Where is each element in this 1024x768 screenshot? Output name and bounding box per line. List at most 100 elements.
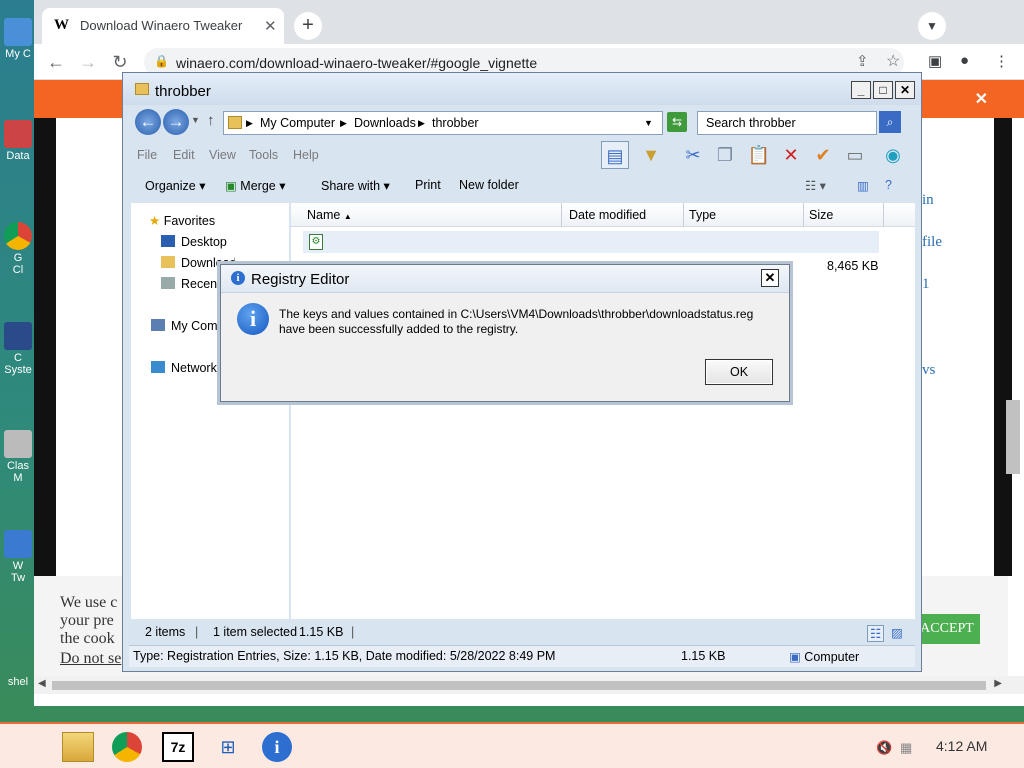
ok-button[interactable]: OK	[705, 359, 773, 385]
desktop-icon-shell[interactable]: shel	[0, 676, 36, 688]
breadcrumb-my-computer[interactable]: My Computer	[260, 116, 335, 130]
column-divider[interactable]	[683, 203, 684, 227]
column-divider[interactable]	[561, 203, 562, 227]
thumbnail-view-icon[interactable]: ▨	[891, 625, 903, 640]
lock-icon[interactable]: 🔒	[154, 54, 169, 68]
column-type[interactable]: Type	[689, 208, 716, 232]
checkmark-icon[interactable]: ✔	[809, 141, 837, 169]
side-link[interactable]: 1	[922, 276, 930, 293]
chevron-right-icon[interactable]: ▶	[340, 118, 347, 129]
details-view-icon[interactable]: ☷	[867, 625, 885, 642]
share-icon[interactable]: ⇪	[856, 52, 869, 70]
url-text[interactable]: winaero.com/download-winaero-tweaker/#go…	[176, 55, 537, 71]
print-button[interactable]: Print	[415, 178, 441, 192]
file-row-selected[interactable]: ⚙	[303, 231, 879, 253]
menu-tools[interactable]: Tools	[249, 148, 278, 162]
side-link[interactable]: vs	[922, 362, 935, 379]
desktop-icon-chrome[interactable]: G Cl	[0, 222, 36, 276]
merge-button[interactable]: ▣ Merge ▾	[225, 178, 285, 193]
desktop-icon-my-computer[interactable]: My C	[0, 18, 36, 60]
side-panel-icon[interactable]: ▣	[928, 52, 942, 70]
forward-arrow-icon[interactable]: →	[163, 109, 189, 135]
menu-help[interactable]: Help	[293, 148, 319, 162]
desktop-icon-winaero[interactable]: W Tw	[0, 530, 36, 584]
nav-recent[interactable]: Recent	[161, 277, 221, 291]
column-size[interactable]: Size	[809, 208, 833, 232]
share-with-button[interactable]: Share with ▾	[321, 178, 390, 193]
column-date-modified[interactable]: Date modified	[569, 208, 646, 232]
back-arrow-icon[interactable]: ←	[135, 109, 161, 135]
forward-button[interactable]: →	[76, 50, 100, 74]
change-view-icon[interactable]: ☷ ▾	[805, 178, 826, 193]
copy-icon[interactable]: ❐	[711, 141, 739, 169]
cut-icon[interactable]: ✂	[679, 141, 707, 169]
properties-icon[interactable]: ▭	[841, 141, 869, 169]
maximize-button[interactable]: □	[873, 81, 893, 99]
close-button[interactable]: ✕	[895, 81, 915, 99]
nav-favorites[interactable]: ★ Favorites	[149, 213, 215, 228]
menu-kebab-icon[interactable]: ⋮	[994, 52, 1009, 70]
refresh-icon[interactable]: ⇆	[667, 112, 687, 132]
delete-icon[interactable]: ✕	[777, 141, 805, 169]
menu-file[interactable]: File	[137, 148, 157, 162]
windows-icon[interactable]: ⊞	[212, 732, 244, 762]
column-divider[interactable]	[803, 203, 804, 227]
preview-pane-icon[interactable]: ▤	[601, 141, 629, 169]
bookmark-star-icon[interactable]: ☆	[886, 51, 900, 71]
7zip-icon[interactable]: 7z	[162, 732, 194, 762]
clock[interactable]: 4:12 AM	[936, 738, 987, 754]
tab-search-button[interactable]: ▼	[918, 12, 946, 40]
info-icon[interactable]: i	[262, 732, 292, 762]
close-tab-icon[interactable]: ✕	[264, 17, 277, 35]
new-tab-button[interactable]: +	[294, 12, 322, 40]
dialog-close-button[interactable]: ✕	[761, 269, 779, 287]
page-scrollbar-thumb[interactable]	[1006, 400, 1020, 474]
do-not-sell-link[interactable]: Do not se	[60, 650, 126, 668]
column-divider[interactable]	[883, 203, 884, 227]
reload-button[interactable]: ↻	[108, 50, 132, 74]
help-icon[interactable]: ?	[885, 178, 892, 192]
side-link[interactable]: in	[922, 192, 934, 209]
paste-icon[interactable]: 📋	[745, 141, 773, 169]
browser-tab[interactable]: W Download Winaero Tweaker ✕	[42, 8, 284, 44]
folder-view-icon[interactable]: ▼	[637, 141, 665, 169]
explorer-address-bar[interactable]: ▶ My Computer ▶ Downloads ▶ throbber ▼	[223, 111, 663, 135]
chevron-right-icon[interactable]: ▶	[246, 118, 253, 129]
up-arrow-icon[interactable]: ↑	[207, 112, 215, 129]
dialog-titlebar[interactable]: i Registry Editor ✕	[221, 265, 789, 293]
preview-pane-toggle-icon[interactable]: ▥	[857, 178, 869, 193]
explorer-icon[interactable]	[62, 732, 94, 762]
globe-icon[interactable]: ◉	[879, 141, 907, 169]
new-folder-button[interactable]: New folder	[459, 178, 519, 192]
breadcrumb-throbber[interactable]: throbber	[432, 116, 479, 130]
column-name[interactable]: Name ▲	[307, 208, 352, 232]
chevron-down-icon[interactable]: ▼	[644, 118, 653, 128]
volume-muted-icon[interactable]: 🔇	[876, 740, 892, 756]
nav-desktop[interactable]: Desktop	[161, 235, 227, 249]
organize-button[interactable]: Organize ▾	[145, 178, 205, 193]
nav-my-computer[interactable]: My Com	[151, 319, 218, 333]
back-button[interactable]: ←	[44, 50, 68, 74]
scrollbar-thumb[interactable]	[52, 681, 986, 690]
minimize-button[interactable]: _	[851, 81, 871, 99]
close-banner-icon[interactable]: ✕	[975, 89, 988, 109]
horizontal-scrollbar[interactable]: ◀ ▶	[34, 676, 1024, 694]
side-link[interactable]: file	[922, 234, 942, 251]
breadcrumb-downloads[interactable]: Downloads	[354, 116, 416, 130]
explorer-titlebar[interactable]: throbber _ □ ✕	[123, 73, 921, 105]
profile-icon[interactable]: ●	[960, 52, 969, 69]
history-dropdown-icon[interactable]: ▼	[191, 115, 200, 125]
search-box[interactable]: Search throbber	[697, 111, 877, 135]
menu-view[interactable]: View	[209, 148, 236, 162]
network-tray-icon[interactable]: ▦	[900, 740, 912, 756]
menu-edit[interactable]: Edit	[173, 148, 195, 162]
nav-network[interactable]: Network	[151, 361, 217, 375]
accept-cookies-button[interactable]: ACCEPT	[914, 614, 980, 644]
chevron-right-icon[interactable]: ▶	[418, 118, 425, 129]
desktop-icon-data[interactable]: Data	[0, 120, 36, 162]
scroll-left-icon[interactable]: ◀	[38, 678, 46, 689]
desktop-icon-system[interactable]: C Syste	[0, 322, 36, 376]
scroll-right-icon[interactable]: ▶	[994, 678, 1002, 689]
search-icon[interactable]: ⌕	[879, 111, 901, 133]
chrome-icon[interactable]	[112, 732, 142, 762]
